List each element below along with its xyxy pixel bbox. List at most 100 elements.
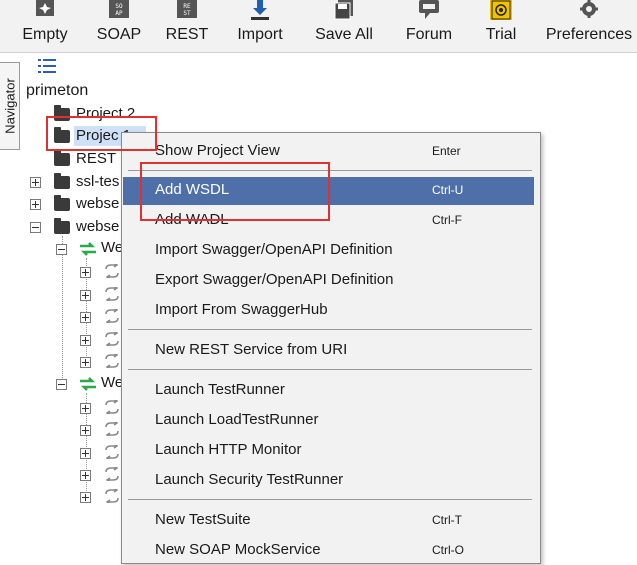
import-icon (251, 0, 269, 20)
expand-icon[interactable] (80, 290, 91, 301)
menu-item-label: New REST Service from URI (155, 341, 348, 358)
operation-icon (105, 264, 119, 278)
expand-icon[interactable] (30, 177, 41, 188)
menu-item-shortcut: Ctrl-F (432, 213, 462, 227)
soap-icon: SOAP (109, 0, 129, 18)
tree-item-webservice-b[interactable]: webse (76, 218, 119, 235)
menu-item-new-rest-service[interactable]: New REST Service from URI (123, 337, 534, 365)
svg-text:ST: ST (183, 10, 191, 17)
svg-text:AP: AP (115, 10, 123, 17)
expand-icon[interactable] (80, 425, 91, 436)
menu-item-label: Launch LoadTestRunner (155, 411, 319, 428)
trial-label: Trial (485, 26, 517, 43)
menu-item-label: Launch HTTP Monitor (155, 441, 302, 458)
operation-icon (105, 489, 119, 503)
svg-text:RE: RE (183, 3, 191, 10)
menu-separator (128, 369, 532, 370)
operation-icon (105, 354, 119, 368)
trial-button[interactable]: Trial (480, 0, 522, 52)
preferences-button[interactable]: Preferences (542, 0, 636, 52)
forum-label: Forum (405, 26, 453, 43)
folder-icon (54, 150, 70, 166)
expand-icon[interactable] (80, 403, 91, 414)
folder-icon (54, 218, 70, 234)
menu-item-import-swagger[interactable]: Import Swagger/OpenAPI Definition (123, 237, 534, 265)
operation-icon (105, 445, 119, 459)
expand-icon[interactable] (80, 357, 91, 368)
expand-icon[interactable] (80, 492, 91, 503)
menu-item-launch-http-monitor[interactable]: Launch HTTP Monitor (123, 437, 534, 465)
import-button[interactable]: Import (228, 0, 292, 52)
expand-icon[interactable] (80, 267, 91, 278)
expand-icon[interactable] (80, 470, 91, 481)
tree-line (62, 236, 63, 386)
menu-item-label: Show Project View (155, 142, 280, 159)
menu-item-label: Export Swagger/OpenAPI Definition (155, 271, 394, 288)
rest-icon: REST (177, 0, 197, 18)
menu-item-label: New SOAP MockService (155, 541, 321, 558)
menu-item-launch-security-testrunner[interactable]: Launch Security TestRunner (123, 467, 534, 495)
menu-item-label: New TestSuite (155, 511, 251, 528)
empty-project-icon (36, 0, 54, 16)
menu-separator (128, 499, 532, 500)
menu-item-export-swagger[interactable]: Export Swagger/OpenAPI Definition (123, 267, 534, 295)
menu-item-launch-testrunner[interactable]: Launch TestRunner (123, 377, 534, 405)
save-all-label: Save All (315, 26, 373, 43)
navigator-tab[interactable]: Navigator (0, 62, 20, 150)
expand-icon[interactable] (80, 448, 91, 459)
menu-item-label: Import From SwaggerHub (155, 301, 328, 318)
main-toolbar: Empty SO AP SOAP RE ST REST Import Save Al… (0, 0, 637, 53)
menu-separator (128, 329, 532, 330)
interface-icon (80, 377, 96, 391)
collapse-icon[interactable] (30, 222, 41, 233)
menu-item-label: Import Swagger/OpenAPI Definition (155, 241, 393, 258)
annotation-box-project (46, 116, 157, 151)
operation-icon (105, 422, 119, 436)
menu-item-import-swaggerhub[interactable]: Import From SwaggerHub (123, 297, 534, 325)
operation-icon (105, 332, 119, 346)
rest-label: REST (165, 26, 209, 43)
menu-item-new-soap-mockservice[interactable]: New SOAP MockService Ctrl-O (123, 537, 534, 565)
collapse-all-icon[interactable] (38, 58, 56, 74)
gear-icon (580, 0, 598, 18)
expand-icon[interactable] (80, 312, 91, 323)
collapse-icon[interactable] (56, 244, 67, 255)
operation-icon (105, 400, 119, 414)
menu-item-shortcut: Ctrl-U (432, 183, 464, 197)
folder-icon (54, 173, 70, 189)
trial-icon (490, 0, 512, 20)
menu-item-label: Launch Security TestRunner (155, 471, 344, 488)
menu-item-new-testsuite[interactable]: New TestSuite Ctrl-T (123, 507, 534, 535)
operation-icon (105, 467, 119, 481)
menu-item-launch-loadtestrunner[interactable]: Launch LoadTestRunner (123, 407, 534, 435)
tree-item-interface-2[interactable]: We (101, 374, 123, 391)
save-all-button[interactable]: Save All (309, 0, 379, 52)
expand-icon[interactable] (30, 199, 41, 210)
folder-icon (54, 195, 70, 211)
rest-button[interactable]: RE ST REST (162, 0, 212, 52)
preferences-label: Preferences (545, 26, 633, 43)
forum-button[interactable]: Forum (399, 0, 459, 52)
menu-item-shortcut: Ctrl-T (432, 513, 462, 527)
tree-item-interface-1[interactable]: We (101, 239, 123, 256)
annotation-box-add-wsdl (140, 162, 330, 221)
soap-button[interactable]: SO AP SOAP (91, 0, 147, 52)
save-all-icon (334, 0, 353, 20)
workspace-root[interactable]: primeton (26, 82, 88, 100)
menu-item-shortcut: Enter (432, 144, 461, 158)
operation-icon (105, 309, 119, 323)
menu-item-label: Launch TestRunner (155, 381, 285, 398)
import-label: Import (237, 26, 283, 43)
navigator-tab-label: Navigator (2, 78, 17, 134)
forum-icon (419, 0, 439, 19)
empty-button[interactable]: Empty (14, 0, 76, 52)
empty-label: Empty (22, 26, 68, 43)
soap-label: SOAP (96, 26, 142, 43)
tree-item-ssl-test[interactable]: ssl-tes (76, 173, 119, 190)
collapse-icon[interactable] (56, 379, 67, 390)
expand-icon[interactable] (80, 335, 91, 346)
tree-item-webservice-a[interactable]: webse (76, 195, 119, 212)
interface-icon (80, 242, 96, 256)
svg-text:SO: SO (115, 3, 123, 10)
operation-icon (105, 287, 119, 301)
